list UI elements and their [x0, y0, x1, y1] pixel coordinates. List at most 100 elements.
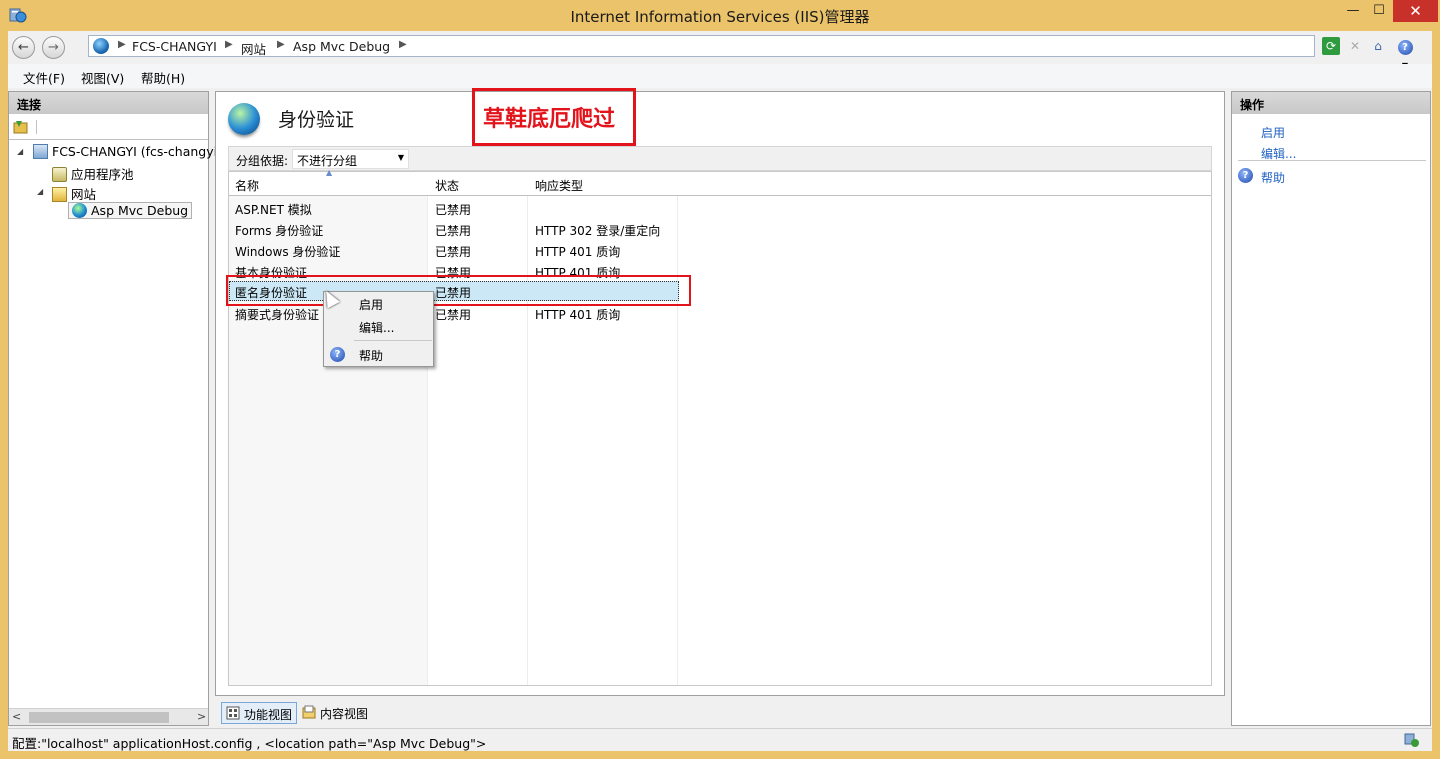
- menu-bar: 文件(F) 视图(V) 帮助(H): [8, 64, 1432, 88]
- scroll-right-icon[interactable]: >: [197, 710, 206, 723]
- cell-name: 摘要式身份验证: [235, 308, 320, 322]
- menu-help[interactable]: 帮助(H): [141, 68, 185, 87]
- actions-divider: [1238, 160, 1426, 161]
- tree-node-label: 网站: [71, 187, 97, 202]
- group-by-label: 分组依据:: [236, 154, 289, 168]
- cell-name: ASP.NET 模拟: [235, 203, 312, 217]
- list-header: ▲ 名称 状态 响应类型: [229, 168, 1211, 196]
- back-arrow-icon: ←: [18, 40, 29, 55]
- cell-response: HTTP 401 质询: [535, 245, 621, 259]
- features-view-icon: [226, 706, 240, 720]
- app-pool-icon: [52, 167, 67, 182]
- website-globe-icon: [72, 203, 87, 218]
- table-row[interactable]: ASP.NET 模拟 已禁用: [229, 198, 679, 218]
- title-bar: Internet Information Services (IIS)管理器 —…: [0, 0, 1440, 31]
- context-edit-item[interactable]: 编辑...: [359, 319, 394, 336]
- help-icon: ?: [1238, 168, 1253, 183]
- breadcrumb-sites[interactable]: 网站: [241, 39, 266, 58]
- status-bar: 配置:"localhost" applicationHost.config , …: [8, 728, 1432, 751]
- tree-node-label: 应用程序池: [71, 167, 134, 182]
- cell-status: 已禁用: [435, 224, 472, 238]
- column-header-status[interactable]: 状态: [435, 177, 459, 194]
- connections-toolbar: [9, 114, 208, 140]
- breadcrumb-separator-icon: ▶: [399, 39, 407, 50]
- stop-icon[interactable]: ✕: [1346, 37, 1364, 55]
- back-button[interactable]: ←: [12, 36, 35, 59]
- context-help-item[interactable]: 帮助: [359, 347, 383, 364]
- breadcrumb-server[interactable]: FCS-CHANGYI: [132, 39, 217, 54]
- navigation-bar: ← → ▶ FCS-CHANGYI ▶ 网站 ▶ Asp Mvc Debug ▶…: [8, 31, 1432, 70]
- cell-status: 已禁用: [435, 245, 472, 259]
- maximize-button[interactable]: ☐: [1366, 0, 1392, 22]
- home-icon[interactable]: ⌂: [1369, 37, 1387, 55]
- group-by-bar: 分组依据: 不进行分组 ▼: [228, 146, 1212, 171]
- breadcrumb-separator-icon: ▶: [277, 39, 285, 50]
- collapse-icon[interactable]: ◢: [17, 147, 23, 156]
- sites-folder-icon: [52, 187, 67, 202]
- column-header-name[interactable]: 名称: [235, 177, 259, 194]
- iis-manager-window: Internet Information Services (IIS)管理器 —…: [0, 0, 1440, 759]
- annotation-box: 草鞋底厄爬过: [472, 88, 636, 146]
- globe-icon: [93, 38, 109, 54]
- sort-ascending-icon: ▲: [326, 168, 333, 177]
- cell-name: Windows 身份验证: [235, 245, 341, 259]
- tree-node-app-pools[interactable]: 应用程序池: [52, 164, 134, 183]
- tab-features-view[interactable]: 功能视图: [221, 702, 298, 724]
- help-icon: ?: [330, 347, 345, 362]
- dropdown-arrow-icon: ▼: [397, 153, 404, 162]
- action-enable-link[interactable]: 启用: [1261, 124, 1285, 141]
- actions-title: 操作: [1232, 92, 1430, 114]
- collapse-icon[interactable]: ◢: [37, 187, 43, 196]
- context-divider: [354, 340, 432, 341]
- help-icon: ?: [1397, 40, 1413, 55]
- breadcrumb-separator-icon: ▶: [118, 39, 126, 50]
- forward-button[interactable]: →: [42, 36, 65, 59]
- network-status-icon: [1404, 733, 1419, 747]
- tab-content-view[interactable]: 内容视图: [298, 702, 372, 724]
- authentication-list: ▲ 名称 状态 响应类型 ASP.NET 模拟 已禁用 Forms 身份验证 已…: [228, 168, 1212, 686]
- tree-node-label: FCS-CHANGYI (fcs-changyi: [52, 144, 218, 159]
- context-menu: 启用 编辑... ? 帮助: [323, 291, 434, 367]
- scroll-left-icon[interactable]: <: [12, 710, 21, 723]
- tree-node-asp-mvc-debug[interactable]: Asp Mvc Debug: [68, 202, 193, 219]
- context-enable-item[interactable]: 启用: [359, 296, 383, 313]
- connections-title: 连接: [9, 92, 208, 114]
- authentication-globe-icon: [228, 103, 260, 135]
- forward-arrow-icon: →: [48, 40, 59, 55]
- table-row[interactable]: Windows 身份验证 已禁用 HTTP 401 质询: [229, 240, 679, 260]
- minimize-button[interactable]: —: [1340, 0, 1366, 22]
- scrollbar-thumb[interactable]: [29, 712, 169, 723]
- cell-name: Forms 身份验证: [235, 224, 324, 238]
- table-row[interactable]: 摘要式身份验证 已禁用 HTTP 401 质询: [229, 303, 679, 323]
- close-button[interactable]: ✕: [1393, 0, 1438, 22]
- cell-status: 已禁用: [435, 308, 472, 322]
- column-header-response[interactable]: 响应类型: [535, 177, 583, 194]
- refresh-icon[interactable]: ⟳: [1322, 37, 1340, 55]
- action-help-link[interactable]: 帮助: [1261, 169, 1285, 186]
- group-by-select[interactable]: 不进行分组 ▼: [292, 149, 409, 169]
- tab-label: 内容视图: [320, 707, 369, 721]
- tree-node-server[interactable]: FCS-CHANGYI (fcs-changyi: [33, 144, 217, 159]
- menu-view[interactable]: 视图(V): [81, 68, 124, 87]
- help-dropdown-button[interactable]: ?▼: [1396, 37, 1414, 70]
- connections-panel: 连接 ◢ FCS-CHANGYI (fcs-changyi 应用程序池 ◢ 网站…: [8, 91, 217, 726]
- menu-file[interactable]: 文件(F): [23, 68, 65, 87]
- breadcrumb-site[interactable]: Asp Mvc Debug: [293, 39, 390, 54]
- window-title: Internet Information Services (IIS)管理器: [570, 8, 870, 26]
- feature-title: 身份验证: [278, 109, 355, 131]
- cell-status: 已禁用: [435, 203, 472, 217]
- horizontal-scrollbar[interactable]: < >: [9, 708, 208, 725]
- breadcrumb-separator-icon: ▶: [225, 39, 233, 50]
- content-view-icon: [302, 705, 316, 719]
- group-by-value: 不进行分组: [297, 154, 358, 168]
- cell-response: HTTP 302 登录/重定向: [535, 224, 661, 238]
- new-connection-icon[interactable]: [13, 119, 29, 134]
- address-bar[interactable]: ▶ FCS-CHANGYI ▶ 网站 ▶ Asp Mvc Debug ▶: [88, 35, 1315, 57]
- client-area: ← → ▶ FCS-CHANGYI ▶ 网站 ▶ Asp Mvc Debug ▶…: [8, 31, 1432, 751]
- row-annotation-box: [226, 275, 691, 306]
- status-text: 配置:"localhost" applicationHost.config , …: [12, 736, 487, 751]
- feature-panel: 身份验证 草鞋底厄爬过 分组依据: 不进行分组 ▼ ▲ 名称 状态 响应类型 A…: [215, 88, 1225, 696]
- tree-node-sites[interactable]: 网站: [52, 184, 96, 203]
- table-row[interactable]: Forms 身份验证 已禁用 HTTP 302 登录/重定向: [229, 219, 679, 239]
- server-icon: [33, 144, 48, 159]
